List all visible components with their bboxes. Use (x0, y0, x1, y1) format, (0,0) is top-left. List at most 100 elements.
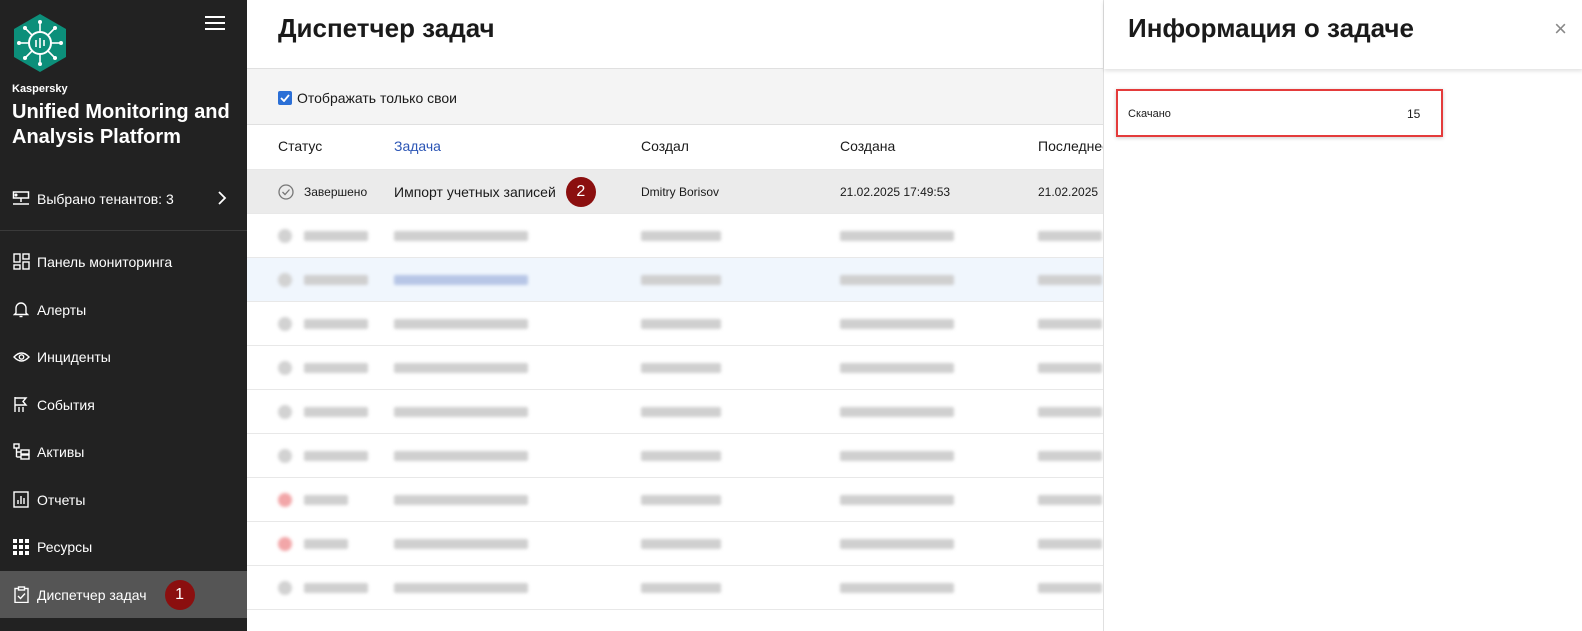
blurred-text (641, 583, 721, 593)
table-row[interactable]: Завершено Импорт учетных записей 2 Dmitr… (247, 169, 1103, 213)
status-icon (278, 405, 292, 419)
table-row[interactable] (247, 345, 1103, 389)
blurred-text (840, 275, 954, 285)
sidebar-divider (0, 230, 247, 231)
close-icon[interactable]: × (1554, 18, 1567, 40)
blurred-text (394, 231, 528, 241)
table-row[interactable] (247, 433, 1103, 477)
blurred-text (641, 539, 721, 549)
status-cell: Завершено (278, 170, 367, 214)
table-row[interactable] (247, 565, 1103, 609)
column-header-creator[interactable]: Создал (641, 138, 689, 154)
blurred-text (1038, 407, 1102, 417)
blurred-text (840, 319, 954, 329)
step-badge: 1 (164, 579, 195, 610)
blurred-text (1038, 275, 1102, 285)
blurred-text (394, 583, 528, 593)
blurred-text (304, 231, 368, 241)
blurred-text (394, 363, 528, 373)
status-text: Завершено (304, 185, 368, 199)
tenant-selector[interactable]: Выбрано тенантов: 3 (0, 178, 247, 220)
blurred-text (304, 407, 368, 417)
table-row[interactable] (247, 477, 1103, 521)
downloaded-value: 15 (1407, 107, 1421, 121)
blurred-text (394, 539, 528, 549)
blurred-text (641, 451, 721, 461)
sidebar-item-task-manager[interactable]: Диспетчер задач 1 (0, 571, 247, 618)
status-icon (278, 229, 292, 243)
dashboard-icon (12, 253, 30, 271)
sidebar-item-label: Панель мониторинга (37, 253, 173, 270)
sidebar-item-alerts[interactable]: Алерты (0, 286, 247, 333)
blurred-text (840, 451, 954, 461)
blurred-text (641, 319, 721, 329)
table-row[interactable] (247, 301, 1103, 345)
sidebar-item-reports[interactable]: Отчеты (0, 476, 247, 523)
status-icon (278, 361, 292, 375)
table-row[interactable] (247, 213, 1103, 257)
downloaded-label: Скачано (1128, 108, 1171, 120)
blurred-text (304, 363, 368, 373)
last-cell: 21.02.2025 (1038, 185, 1099, 199)
hamburger-menu-icon[interactable] (205, 16, 225, 32)
blurred-text (840, 363, 954, 373)
blurred-text (641, 275, 721, 285)
status-icon (278, 537, 292, 551)
blurred-text (1038, 583, 1102, 593)
status-icon (278, 273, 292, 287)
column-header-last[interactable]: Последнее (1038, 138, 1110, 154)
sidebar-item-label: Диспетчер задач (37, 586, 147, 603)
blurred-text (840, 231, 954, 241)
table-row[interactable] (247, 521, 1103, 565)
blurred-text (840, 407, 954, 417)
blurred-text (840, 539, 954, 549)
panel-header: Информация о задаче × (1104, 0, 1582, 69)
tenants-label: Выбрано тенантов: 3 (37, 191, 174, 207)
column-header-task[interactable]: Задача (394, 138, 441, 154)
eye-icon (12, 348, 30, 366)
assets-tree-icon (12, 443, 30, 461)
blurred-text (1038, 495, 1102, 505)
only-mine-checkbox[interactable]: Отображать только свои (278, 90, 457, 106)
table-row[interactable] (247, 257, 1103, 301)
sidebar-item-dashboard[interactable]: Панель мониторинга (0, 238, 247, 285)
sidebar-item-resources[interactable]: Ресурсы (0, 523, 247, 570)
step-badge: 2 (565, 177, 596, 207)
blurred-text (304, 319, 368, 329)
blurred-text (304, 495, 348, 505)
blurred-text (394, 451, 528, 461)
sidebar-item-label: Инциденты (37, 348, 111, 365)
task-info-panel: Информация о задаче × Скачано 15 (1103, 0, 1582, 631)
creator-cell: Dmitry Borisov (641, 185, 720, 199)
status-icon (278, 317, 292, 331)
column-header-status[interactable]: Статус (278, 138, 322, 154)
main-content: Диспетчер задач Отображать только свои С… (247, 0, 1110, 631)
bell-icon (12, 301, 30, 319)
blurred-text (840, 495, 954, 505)
blurred-text (641, 495, 721, 505)
downloaded-info-box: Скачано 15 (1116, 89, 1443, 137)
blurred-text (641, 231, 721, 241)
status-icon (278, 449, 292, 463)
blurred-text (304, 539, 348, 549)
chart-report-icon (12, 491, 30, 509)
blurred-text (1038, 231, 1102, 241)
blurred-text (1038, 363, 1102, 373)
sidebar-item-incidents[interactable]: Инциденты (0, 333, 247, 380)
table-row[interactable] (247, 389, 1103, 433)
sidebar-item-assets[interactable]: Активы (0, 428, 247, 475)
sidebar-item-events[interactable]: События (0, 381, 247, 428)
column-header-created[interactable]: Создана (840, 138, 895, 154)
blurred-text (304, 451, 368, 461)
brand-product-title: Unified Monitoring and Analysis Platform (12, 101, 230, 148)
clipboard-check-icon (12, 586, 30, 604)
blurred-text (394, 275, 528, 285)
blurred-text (1038, 319, 1102, 329)
flag-icon (12, 396, 30, 414)
blurred-text (304, 583, 368, 593)
table-row[interactable] (247, 609, 1103, 631)
checkbox-checked-icon (278, 91, 292, 105)
only-mine-label: Отображать только свои (297, 90, 458, 106)
blurred-text (1038, 451, 1102, 461)
blurred-text (641, 407, 721, 417)
